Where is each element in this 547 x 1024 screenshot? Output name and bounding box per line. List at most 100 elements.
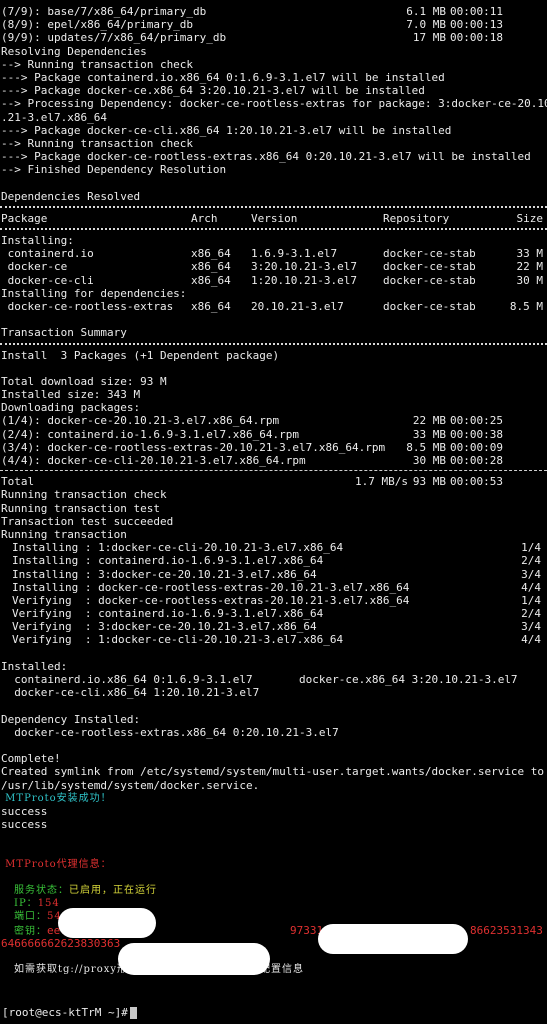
prompt-text: [root@ecs-ktTrM ~]# <box>2 1006 128 1020</box>
package-name: docker-ce-cli <box>1 273 94 287</box>
step-text: Verifying : containerd.io-1.6.9-3.1.el7.… <box>12 607 324 621</box>
transaction-output: Running transaction check Running transac… <box>0 488 547 541</box>
step-count: 3/4 <box>521 620 541 634</box>
separator <box>0 470 547 472</box>
step-row: Verifying : docker-ce-rootless-extras-20… <box>0 594 547 607</box>
package-name: docker-ce <box>1 260 68 274</box>
output-line: Resolving Dependencies <box>1 44 147 58</box>
step-text: Installing : 3:docker-ce-20.10.21-3.el7.… <box>12 567 317 581</box>
total-rate: 1.7 MB/s <box>355 475 408 489</box>
download-list: (1/4): docker-ce-20.10.21-3.el7.x86_64.r… <box>0 414 547 467</box>
package-row: containerd.io x86_64 1.6.9-3.1.el7 docker-c… <box>0 247 547 260</box>
progress-size: 17 MB <box>412 31 446 45</box>
size-line: Total download size: 93 M <box>1 374 167 388</box>
package-arch: x86_64 <box>191 273 231 287</box>
installing-label: Installing: <box>1 234 74 247</box>
package-version: 3:20.10.21-3.el7 <box>251 260 357 274</box>
package-repo: docker-ce-stable <box>383 273 475 287</box>
size-info: Total download size: 93 M Installed size:… <box>0 375 547 415</box>
ip-value: 154 <box>37 898 60 910</box>
deps-label: Installing for dependencies: <box>1 286 187 300</box>
output-line: --> Processing Dependency: docker-ce-roo… <box>1 97 547 111</box>
step-count: 2/4 <box>521 607 541 621</box>
col-size: Size <box>516 211 544 225</box>
port-label: 端口： <box>14 911 47 923</box>
step-row: Installing : 1:docker-ce-cli-20.10.21-3.… <box>0 541 547 554</box>
status-row: 服务状态：已启用，正在运行 <box>0 884 547 897</box>
install-steps: Installing : 1:docker-ce-cli-20.10.21-3.… <box>0 541 547 647</box>
proxy-link-hint: 如需获取tg://proxy形式的链接，请到菜单中获取配置信息 <box>0 963 547 976</box>
dependency-table: docker-ce-rootless-extras x86_64 20.10.21-… <box>0 300 547 313</box>
download-row: (4/4): docker-ce-cli-20.10.21-3.el7.x86_… <box>0 454 547 467</box>
step-text: Installing : docker-ce-rootless-extras-2… <box>12 580 410 594</box>
package-repo: docker-ce-stable <box>383 260 475 274</box>
resolving-output: Resolving Dependencies --> Running transa… <box>0 45 547 203</box>
package-row: docker-ce x86_64 3:20.10.21-3.el7 docker-ce… <box>0 260 547 273</box>
total-time: 00:00:53 <box>450 475 503 489</box>
step-count: 1/4 <box>521 541 541 555</box>
status-value: 已启用，正在运行 <box>69 885 157 896</box>
output-line: /usr/lib/systemd/system/docker.service. <box>1 778 260 792</box>
download-size: 30 MB <box>412 454 446 467</box>
step-row: Installing : docker-ce-rootless-extras-2… <box>0 581 547 594</box>
download-time: 00:00:09 <box>450 440 503 454</box>
package-version: 20.10.21-3.el7 <box>251 299 344 313</box>
col-arch: Arch <box>191 211 218 225</box>
step-row: Verifying : containerd.io-1.6.9-3.1.el7.… <box>0 607 547 620</box>
step-row: Verifying : 1:docker-ce-cli-20.10.21-3.e… <box>0 633 547 646</box>
package-arch: x86_64 <box>191 299 231 313</box>
command-prompt[interactable]: [root@ecs-ktTrM ~]# <box>0 1002 547 1024</box>
cursor-block[interactable] <box>129 1007 137 1019</box>
download-row: (2/4): containerd.io-1.6.9-3.1.el7.x86_6… <box>0 428 547 441</box>
progress-name: (7/9): base/7/x86_64/primary_db <box>1 5 207 18</box>
total-label: Total <box>1 475 35 489</box>
success-line: success <box>1 804 48 818</box>
download-size: 33 MB <box>412 427 446 441</box>
download-size: 8.5 MB <box>406 440 446 454</box>
output-line: ---> Package docker-ce.x86_64 3:20.10.21… <box>1 84 425 98</box>
output-line: ---> Package containerd.io.x86_64 0:1.6.… <box>1 70 445 84</box>
package-name: containerd.io <box>1 247 94 261</box>
step-count: 2/4 <box>521 554 541 568</box>
progress-time: 00:00:11 <box>450 5 503 18</box>
download-name: (1/4): docker-ce-20.10.21-3.el7.x86_64.r… <box>1 414 280 428</box>
output-line: ---> Package docker-ce-rootless-extras.x… <box>1 150 531 164</box>
output-line: Complete! <box>1 752 61 766</box>
step-row: Installing : containerd.io-1.6.9-3.1.el7… <box>0 554 547 567</box>
size-line: Installed size: 343 M <box>1 388 141 402</box>
progress-row: (8/9): epel/x86_64/primary_db 7.0 MB 00:00… <box>0 18 547 31</box>
col-repository: Repository <box>383 211 450 225</box>
download-time: 00:00:38 <box>450 427 503 441</box>
installed-line: docker-ce-cli.x86_64 1:20.10.21-3.el7 <box>1 686 260 700</box>
install-summary: Install 3 Packages (+1 Dependent package… <box>1 348 280 362</box>
dependency-row: docker-ce-rootless-extras x86_64 20.10.21-… <box>0 300 547 313</box>
col-version: Version <box>251 211 298 225</box>
separator <box>0 228 547 230</box>
output-line: --> Finished Dependency Resolution <box>1 163 227 177</box>
installed-line: containerd.io.x86_64 0:1.6.9-3.1.el7 doc… <box>1 673 518 686</box>
step-text: Verifying : 1:docker-ce-cli-20.10.21-3.e… <box>12 633 344 647</box>
package-size: 33 M <box>516 247 544 261</box>
secret-label: 密钥： <box>14 925 47 937</box>
progress-time: 00:00:18 <box>450 31 503 45</box>
download-row: (1/4): docker-ce-20.10.21-3.el7.x86_64.r… <box>0 414 547 427</box>
output-line: --> Running transaction check <box>1 136 194 150</box>
download-name: (4/4): docker-ce-cli-20.10.21-3.el7.x86_… <box>1 454 306 467</box>
complete-output: Complete! Created symlink from /etc/syste… <box>0 752 547 792</box>
installed-label: Installed: <box>1 659 68 673</box>
progress-size: 7.0 MB <box>406 18 446 32</box>
terminal-window[interactable]: (7/9): base/7/x86_64/primary_db 6.1 MB 00:… <box>0 0 547 1024</box>
mtproto-installed-message: MTProto安装成功！ <box>1 792 112 804</box>
step-count: 4/4 <box>521 633 541 647</box>
table-header: Package Arch Version Repository Size <box>0 212 547 225</box>
package-size: 30 M <box>516 273 544 287</box>
step-text: Installing : containerd.io-1.6.9-3.1.el7… <box>12 554 324 568</box>
separator <box>0 342 547 345</box>
secret-value-tail: 86623531343 <box>470 923 543 937</box>
output-line: --> Running transaction check <box>1 57 194 71</box>
output-line: Created symlink from /etc/systemd/system… <box>1 765 545 779</box>
redaction-blob <box>58 908 156 938</box>
progress-row: (7/9): base/7/x86_64/primary_db 6.1 MB 00:… <box>0 5 547 18</box>
step-count: 3/4 <box>521 567 541 581</box>
output-line: Running transaction <box>1 527 127 541</box>
